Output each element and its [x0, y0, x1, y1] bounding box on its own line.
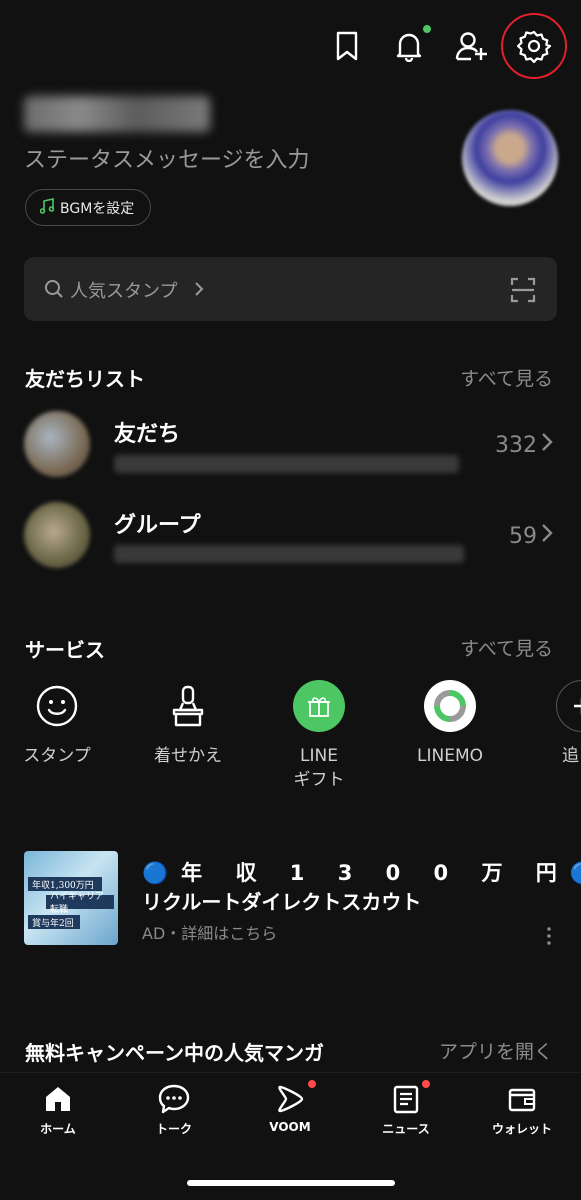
group-count[interactable]: 59 [509, 523, 553, 549]
search-placeholder: 人気スタンプ [70, 281, 178, 302]
friends-avatar [24, 411, 90, 477]
friends-see-all-link[interactable]: すべて見る [460, 364, 553, 391]
nav-voom[interactable]: VOOM [240, 1080, 340, 1134]
group-avatar [24, 502, 90, 568]
chat-icon [124, 1082, 224, 1116]
service-label: 着せかえ [154, 746, 222, 766]
voom-icon [240, 1080, 340, 1116]
service-add[interactable]: 追 [526, 680, 581, 768]
brush-icon [162, 680, 214, 732]
ad-thumbnail[interactable]: 年収1,300万円 ハイキャリア転職 賞与年2回 [24, 851, 118, 945]
service-sticker[interactable]: スタンプ [2, 680, 112, 768]
friends-list-title: 友だちリスト [25, 367, 145, 391]
badge-dot [422, 1080, 430, 1088]
group-row-title[interactable]: グループ [114, 507, 201, 539]
services-title: サービス [25, 638, 105, 662]
service-label: スタンプ [23, 746, 91, 766]
notification-dot [423, 25, 431, 33]
group-names-blurred [114, 545, 464, 563]
manga-section-title: 無料キャンペーン中の人気マンガ [25, 1041, 324, 1065]
add-icon [556, 680, 581, 732]
search-icon [44, 279, 64, 303]
nav-label: ホーム [40, 1122, 76, 1136]
bgm-button-label: BGMを設定 [60, 200, 135, 217]
nav-label: トーク [155, 1122, 192, 1136]
nav-label: ニュース [382, 1122, 430, 1136]
chevron-right-icon [194, 281, 204, 301]
linemo-icon [424, 680, 476, 732]
badge-dot [308, 1080, 316, 1088]
nav-label: VOOM [269, 1120, 311, 1134]
home-indicator[interactable] [187, 1180, 395, 1186]
more-vertical-icon[interactable] [546, 926, 552, 950]
nav-chat[interactable]: トーク [124, 1082, 224, 1137]
add-friend-icon[interactable] [450, 24, 494, 68]
friends-count-value: 332 [495, 432, 537, 458]
service-linemo[interactable]: LINEMO [395, 680, 505, 768]
bookmark-icon[interactable] [325, 24, 369, 68]
service-label: LINE ギフト [293, 746, 345, 790]
gift-icon [293, 680, 345, 732]
ad-title-line2[interactable]: リクルートダイレクトスカウト [142, 886, 421, 915]
service-label: 追 [562, 746, 579, 766]
home-icon [8, 1082, 108, 1116]
friends-names-blurred [114, 455, 459, 473]
chevron-right-icon [541, 432, 553, 458]
ad-thumb-line: ハイキャリア転職 [46, 892, 114, 915]
service-label: LINEMO [417, 746, 483, 766]
bgm-button[interactable]: BGMを設定 [25, 189, 152, 226]
ad-title-line1[interactable]: 🔵年 収 1 3 0 0 万 円🔵 [142, 857, 581, 887]
ad-subtitle[interactable]: AD・詳細はこちら [142, 920, 277, 944]
services-see-all-link[interactable]: すべて見る [460, 634, 553, 661]
friends-count[interactable]: 332 [495, 432, 553, 458]
friends-row-title[interactable]: 友だち [114, 416, 180, 448]
ad-thumb-line: 賞与年2回 [28, 915, 80, 929]
group-count-value: 59 [509, 523, 537, 549]
nav-home[interactable]: ホーム [8, 1082, 108, 1137]
service-line-gift[interactable]: LINE ギフト [264, 680, 374, 792]
nav-wallet[interactable]: ウォレット [472, 1082, 572, 1137]
service-theme[interactable]: 着せかえ [133, 680, 243, 768]
nav-news[interactable]: ニュース [356, 1080, 456, 1137]
music-note-icon [39, 197, 55, 218]
news-icon [356, 1080, 456, 1116]
qr-scan-icon[interactable] [510, 277, 536, 307]
bell-icon[interactable] [387, 24, 431, 68]
open-app-link[interactable]: アプリを開く [439, 1037, 553, 1064]
status-message[interactable]: ステータスメッセージを入力 [24, 142, 310, 174]
gear-icon[interactable] [512, 24, 556, 68]
profile-name-blurred[interactable] [24, 96, 210, 132]
chevron-right-icon [541, 523, 553, 549]
smiley-icon [31, 680, 83, 732]
profile-avatar[interactable] [462, 110, 558, 206]
nav-label: ウォレット [491, 1122, 552, 1136]
wallet-icon [472, 1082, 572, 1116]
